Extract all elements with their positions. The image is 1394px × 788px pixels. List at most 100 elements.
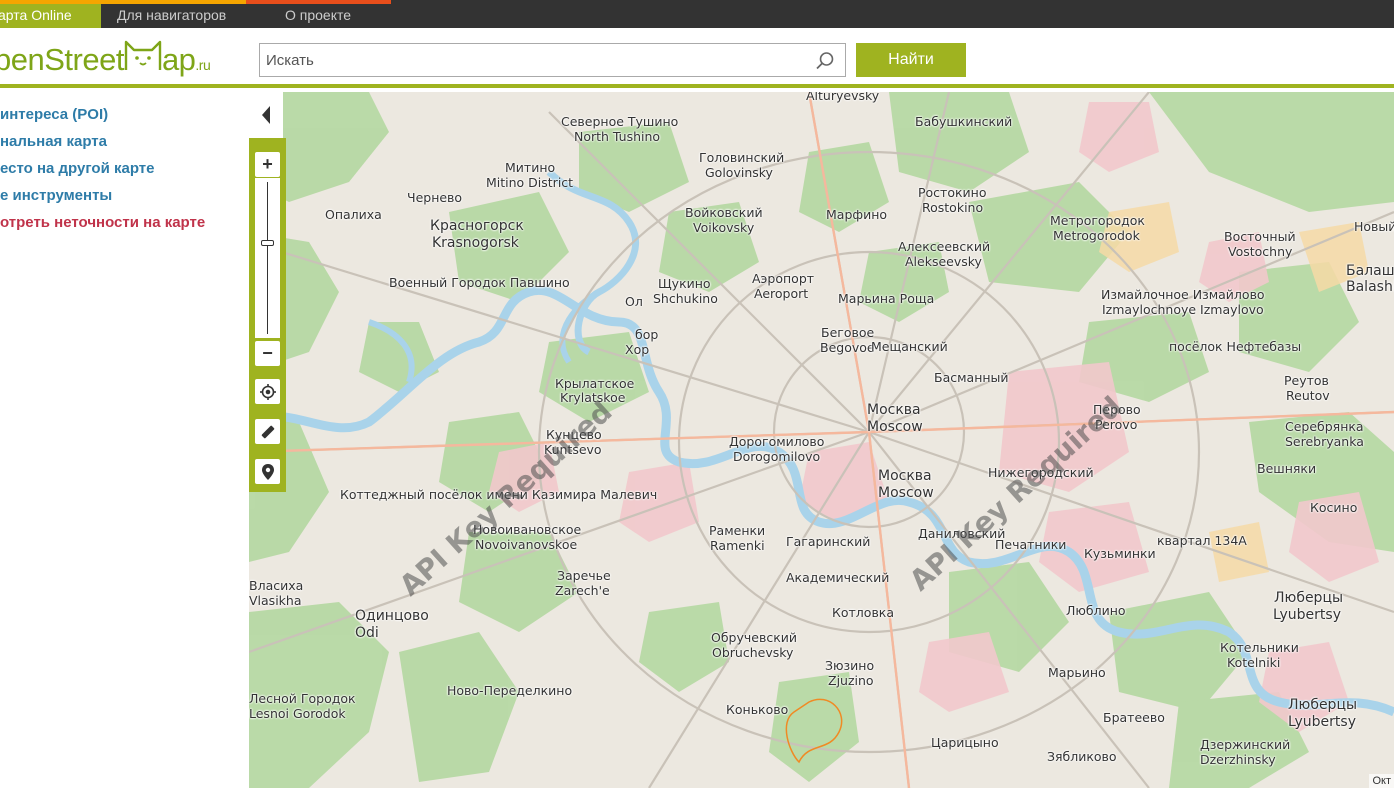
map-label: Lyubertsy [1288, 714, 1356, 730]
map-label: Коньково [726, 702, 789, 717]
tab-label: арта Online [0, 7, 72, 23]
search-input[interactable] [260, 44, 800, 76]
map-label: Odi [355, 625, 379, 641]
map-label: Vlasikha [249, 593, 302, 608]
locate-icon [259, 383, 276, 400]
sidebar-item-other-map[interactable]: есто на другой карте [0, 160, 154, 177]
zoom-out-button[interactable]: − [255, 341, 280, 366]
marker-button[interactable] [255, 459, 280, 484]
map-label: Чернево [407, 190, 463, 205]
map-label: Ramenki [710, 538, 765, 553]
map-label: Дорогомилово [729, 434, 825, 449]
zoom-in-button[interactable]: + [255, 152, 280, 177]
zoom-slider-thumb[interactable] [261, 240, 274, 247]
map-label: Марьина Роща [838, 291, 935, 306]
tab-about[interactable]: О проекте [246, 0, 391, 28]
map-label: Марфино [826, 207, 888, 222]
map-pin-icon [261, 463, 274, 480]
map-label: Одинцово [355, 608, 429, 624]
map-label: Izmaylochnoye Izmaylovo [1102, 302, 1264, 317]
map-label: Lesnoi Gorodok [249, 706, 346, 721]
map-label: Басманный [934, 370, 1009, 385]
map-label: Moscow [878, 485, 934, 501]
map-label: Ол [625, 294, 643, 309]
map-label: Golovinsky [705, 165, 773, 180]
map-label: Зябликово [1047, 749, 1117, 764]
tab-map-online[interactable]: арта Online [0, 0, 101, 28]
sidebar-item-tools[interactable]: е инструменты [0, 187, 112, 204]
logo-text: penStreet [0, 42, 124, 77]
map-label: Kotelniki [1227, 655, 1281, 670]
triangle-left-icon [262, 106, 270, 124]
map-label: Balashi [1346, 279, 1394, 295]
sidebar-item-national-map[interactable]: нальная карта [0, 133, 107, 150]
map-label: Vostochny [1228, 244, 1293, 259]
map-label: Северное Тушино [561, 114, 679, 129]
map-label: Metrogorodok [1053, 228, 1140, 243]
map-label: Москва [878, 468, 932, 484]
sidebar-item-map-errors[interactable]: отреть неточности на карте [0, 214, 205, 231]
map-label: бор [635, 327, 659, 342]
map-label: Dzerzhinsky [1200, 752, 1276, 767]
map-label: Аэропорт [752, 271, 815, 286]
logo-text-2: ap [161, 42, 196, 77]
map-label: Серебрянка [1285, 419, 1364, 434]
map-label: Вешняки [1257, 461, 1317, 476]
magnifier-icon[interactable] [815, 51, 835, 71]
map-label: Rostokino [922, 200, 984, 215]
map-label: Moscow [867, 419, 923, 435]
map-label: Новый [1354, 219, 1394, 234]
map-label: Aeroport [754, 286, 809, 301]
zoom-slider[interactable] [255, 178, 280, 338]
map-label: Косино [1310, 500, 1358, 515]
map-label: квартал 134А [1157, 533, 1247, 548]
collapse-sidebar-button[interactable] [249, 92, 283, 138]
map-label: Хор [625, 342, 650, 357]
map-label: Москва [867, 402, 921, 418]
map-canvas[interactable]: Alturyevsky Северное Тушино North Tushin… [249, 92, 1394, 788]
map-label: Люблино [1066, 603, 1126, 618]
map-label: Obruchevsky [712, 645, 794, 660]
find-button[interactable]: Найти [856, 43, 966, 77]
map-label: Митино [505, 160, 556, 175]
ruler-button[interactable] [255, 419, 280, 444]
map-label: Dorogomilovo [733, 449, 821, 464]
map-label: Крылатское [555, 376, 635, 391]
map-label: Мещанский [871, 339, 948, 354]
locate-button[interactable] [255, 379, 280, 404]
sidebar-item-poi[interactable]: интереса (POI) [0, 106, 108, 123]
map-attribution[interactable]: Окт [1369, 774, 1394, 788]
map-label: Балаши [1346, 263, 1394, 279]
map-label: Войковский [685, 205, 763, 220]
tab-label: О проекте [285, 7, 352, 23]
map-label: Дзержинский [1200, 737, 1291, 752]
site-logo[interactable]: penStreet ap.ru [0, 38, 211, 78]
map-label: Марьино [1048, 665, 1106, 680]
map-label: Опалиха [325, 207, 382, 222]
map-label: Krasnogorsk [432, 235, 519, 251]
map-label: Кузьминки [1084, 546, 1156, 561]
cat-logo-icon [124, 40, 162, 70]
map-label: Begovoe [820, 340, 875, 355]
map-label: Заречье [557, 568, 611, 583]
map-label: Академический [786, 570, 890, 585]
map-label: Ростокино [918, 185, 987, 200]
tab-for-navigators[interactable]: Для навигаторов [101, 0, 246, 28]
map-label: Царицыно [931, 735, 999, 750]
map-label: Раменки [709, 523, 766, 538]
map-label: Voikovsky [693, 220, 755, 235]
map-label: Власиха [249, 578, 304, 593]
map-label: Люберцы [1274, 590, 1344, 606]
map-label: Метрогородок [1050, 213, 1145, 228]
map-label: Ново-Переделкино [447, 683, 573, 698]
map-label: Зюзино [825, 658, 875, 673]
sidebar: интереса (POI) нальная карта есто на дру… [0, 92, 249, 788]
map-label: Котельники [1220, 640, 1299, 655]
map-label: Красногорск [430, 218, 524, 234]
map-label: Гагаринский [786, 534, 871, 549]
map-label: Бабушкинский [915, 114, 1013, 129]
map-label: Восточный [1224, 229, 1296, 244]
map-label: Котловка [832, 605, 895, 620]
tab-label: Для навигаторов [117, 7, 227, 23]
map-label: Shchukino [653, 291, 718, 306]
